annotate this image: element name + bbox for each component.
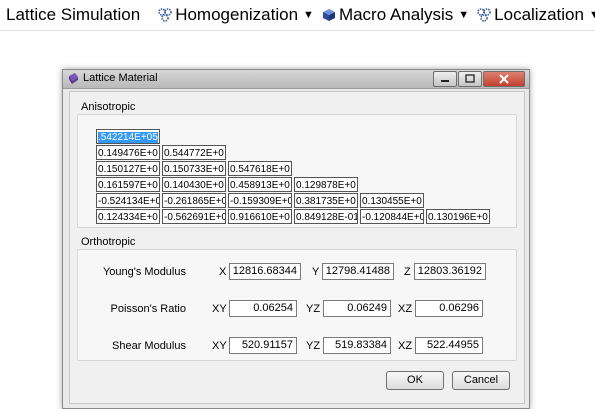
cancel-button[interactable]: Cancel xyxy=(452,371,510,390)
matrix-cell[interactable]: 0.916610E+0 xyxy=(228,209,292,224)
material-icon xyxy=(69,73,78,84)
poisson-xy-label: XY xyxy=(212,303,227,315)
matrix-cell[interactable]: 0.161597E+0 xyxy=(96,177,160,192)
matrix-cell-value: 0.161597E+0 xyxy=(98,180,158,191)
gear-cluster-icon xyxy=(477,8,491,22)
close-icon xyxy=(499,74,509,84)
matrix-cell[interactable]: 0.547618E+0 xyxy=(228,161,292,176)
matrix-cell-value: 0.130196E+0 xyxy=(428,212,488,223)
shear-modulus-label: Shear Modulus xyxy=(112,340,186,352)
matrix-cell-value: 0.124334E+0 xyxy=(98,212,158,223)
close-button[interactable] xyxy=(483,71,525,87)
matrix-cell-value: 0.130455E+0 xyxy=(362,196,422,207)
youngs-y-field[interactable]: 12798.41488 xyxy=(322,263,394,280)
matrix-cell[interactable]: 0.150127E+0 xyxy=(96,161,160,176)
shear-yz-field[interactable]: 519.83384 xyxy=(323,337,391,354)
matrix-cell-value: -0.524134E+0 xyxy=(98,196,160,207)
matrix-cell[interactable]: 0.130196E+0 xyxy=(426,209,490,224)
shear-yz-label: YZ xyxy=(306,340,321,352)
matrix-cell[interactable]: -0.524134E+0 xyxy=(96,193,160,208)
matrix-cell[interactable]: 0.129878E+0 xyxy=(294,177,358,192)
shear-xz-label: XZ xyxy=(398,340,413,352)
menu-macro-analysis-label: Macro Analysis xyxy=(338,5,454,24)
chevron-down-icon: ▼ xyxy=(588,9,595,21)
matrix-cell[interactable]: -0.261865E+0 xyxy=(162,193,226,208)
poisson-xy-field[interactable]: 0.06254 xyxy=(229,300,297,317)
matrix-cell[interactable]: -0.562691E+0 xyxy=(162,209,226,224)
youngs-modulus-label: Young's Modulus xyxy=(102,266,186,278)
matrix-cell[interactable]: 0.149476E+0 xyxy=(96,145,160,160)
matrix-cell-value: 0.916610E+0 xyxy=(230,212,290,223)
matrix-cell-value: 0.458913E+0 xyxy=(230,180,290,191)
minimize-icon xyxy=(441,80,449,82)
matrix-cell-value: 0.544772E+0 xyxy=(164,148,224,159)
ok-button[interactable]: OK xyxy=(386,371,444,390)
shear-xy-field[interactable]: 520.91157 xyxy=(229,337,297,354)
youngs-x-field[interactable]: 12816.68344 xyxy=(229,263,301,280)
maximize-icon xyxy=(465,74,475,83)
matrix-cell[interactable]: 0.458913E+0 xyxy=(228,177,292,192)
dialog-content: Anisotropic .542214E+05 0.149476E+0 0.5447… xyxy=(69,91,525,404)
maximize-button[interactable] xyxy=(458,71,482,87)
shear-xy-label: XY xyxy=(212,340,227,352)
chevron-down-icon: ▼ xyxy=(303,9,314,21)
anisotropic-label: Anisotropic xyxy=(81,101,136,113)
matrix-cell-value: -0.261865E+0 xyxy=(164,196,226,207)
menu-lattice-simulation[interactable]: Lattice Simulation xyxy=(6,5,140,25)
matrix-cell[interactable]: 0.849128E-01 xyxy=(294,209,358,224)
matrix-cell-value: 0.129878E+0 xyxy=(296,180,356,191)
gear-cluster-icon xyxy=(158,8,172,22)
poisson-xz-field[interactable]: 0.06296 xyxy=(415,300,483,317)
menu-homogenization-label: Homogenization xyxy=(175,5,299,24)
chevron-down-icon: ▼ xyxy=(458,9,470,21)
matrix-cell-value: 0.140430E+0 xyxy=(164,180,224,191)
matrix-cell[interactable]: 0.130455E+0 xyxy=(360,193,424,208)
matrix-cell-value: 0.150127E+0 xyxy=(98,164,158,175)
matrix-cell-value: 0.849128E-01 xyxy=(296,212,358,223)
matrix-cell-value: 0.150733E+0 xyxy=(164,164,224,175)
menu-localization-label: Localization xyxy=(494,5,584,24)
youngs-z-label: Z xyxy=(404,266,411,278)
matrix-cell-value: -0.159309E+0 xyxy=(230,196,292,207)
minimize-button[interactable] xyxy=(433,71,457,87)
matrix-cell-value: 0.381735E+0 xyxy=(296,196,356,207)
matrix-cell-value: 0.547618E+0 xyxy=(230,164,290,175)
poisson-yz-label: YZ xyxy=(306,303,321,315)
youngs-z-field[interactable]: 12803.36192 xyxy=(414,263,486,280)
matrix-cell[interactable]: 0.544772E+0 xyxy=(162,145,226,160)
menu-bar: Lattice Simulation Homogenization ▼ Macr… xyxy=(0,0,595,31)
matrix-cell[interactable]: 0.140430E+0 xyxy=(162,177,226,192)
youngs-y-label: Y xyxy=(312,266,320,278)
matrix-cell[interactable]: 0.124334E+0 xyxy=(96,209,160,224)
lattice-material-dialog: Lattice Material Anisotropic .542214E+05… xyxy=(62,69,530,409)
matrix-cell-value: 0.149476E+0 xyxy=(98,148,158,159)
orthotropic-label: Orthotropic xyxy=(81,236,136,248)
dialog-title: Lattice Material xyxy=(83,72,158,84)
dialog-titlebar[interactable]: Lattice Material xyxy=(63,70,529,89)
matrix-cell[interactable]: 0.150733E+0 xyxy=(162,161,226,176)
menu-homogenization[interactable]: Homogenization ▼ xyxy=(158,5,314,25)
shear-xz-field[interactable]: 522.44955 xyxy=(415,337,483,354)
menu-localization[interactable]: Localization ▼ xyxy=(477,5,595,25)
matrix-cell[interactable]: .542214E+05 xyxy=(96,129,160,144)
matrix-cell[interactable]: -0.120844E+0 xyxy=(360,209,424,224)
matrix-cell[interactable]: -0.159309E+0 xyxy=(228,193,292,208)
matrix-cell[interactable]: 0.381735E+0 xyxy=(294,193,358,208)
matrix-cell-value: -0.120844E+0 xyxy=(362,212,424,223)
cube-icon xyxy=(322,9,335,21)
youngs-x-label: X xyxy=(219,266,227,278)
matrix-cell-value: .542214E+05 xyxy=(98,132,158,143)
poisson-yz-field[interactable]: 0.06249 xyxy=(323,300,391,317)
menu-macro-analysis[interactable]: Macro Analysis ▼ xyxy=(322,5,469,25)
poisson-xz-label: XZ xyxy=(398,303,413,315)
poissons-ratio-label: Poisson's Ratio xyxy=(110,303,186,315)
matrix-cell-value: -0.562691E+0 xyxy=(164,212,226,223)
